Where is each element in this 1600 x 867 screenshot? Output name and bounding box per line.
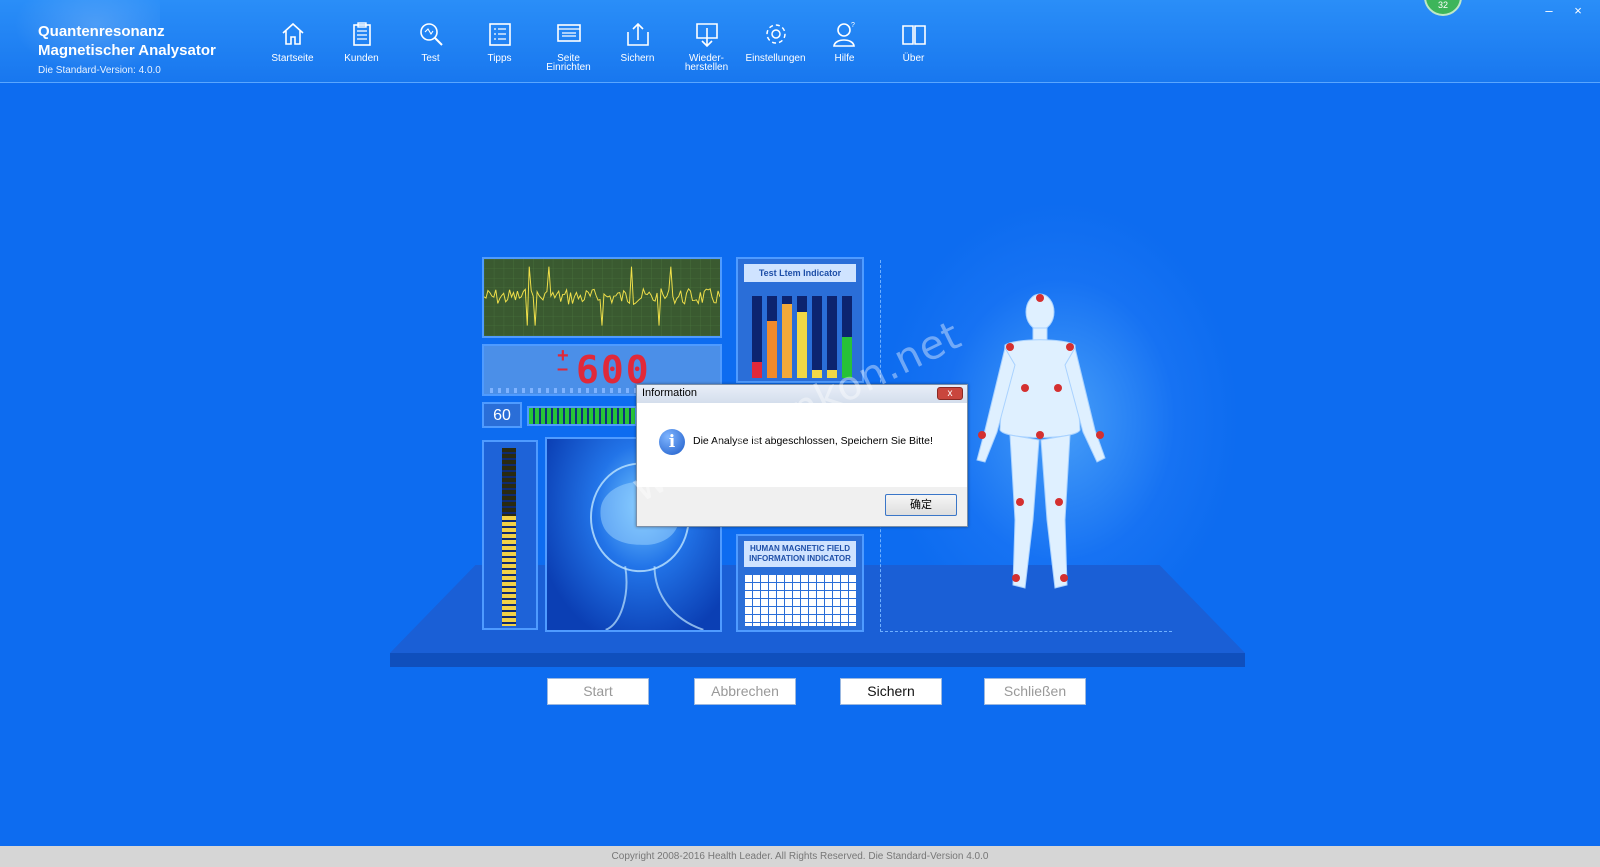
indicator-bar	[752, 296, 762, 378]
indicator-bar	[782, 296, 792, 378]
nav-hilfe[interactable]: ? Hilfe	[810, 20, 879, 72]
app-title-line1: Quantenresonanz	[38, 23, 165, 40]
user-help-icon: ?	[832, 22, 855, 47]
upload-icon	[626, 22, 649, 46]
ok-button[interactable]: 确定	[885, 494, 957, 516]
human-body-figure	[976, 293, 1106, 589]
close-button[interactable]: Schließen	[984, 678, 1086, 705]
dialog-close-button[interactable]: x	[937, 387, 963, 400]
app-title-line2: Magnetischer Analysator	[38, 42, 216, 59]
nav-wiederherstellen[interactable]: Wieder- herstellen	[672, 20, 741, 73]
app-brand: Quantenresonanz Magnetischer Analysator …	[38, 22, 216, 76]
nav-label: Seite Einrichten	[546, 53, 591, 73]
save-button[interactable]: Sichern	[840, 678, 942, 705]
counter-display: 60	[482, 402, 522, 428]
notification-badge[interactable]: 32	[1424, 0, 1462, 16]
nav-label: Kunden	[344, 53, 379, 64]
page-setup-icon	[556, 24, 581, 42]
test-item-indicator-title: Test Ltem Indicator	[744, 264, 856, 282]
magnetic-field-grid	[744, 574, 856, 626]
level-meter-fill	[502, 515, 516, 626]
cancel-button[interactable]: Abbrechen	[694, 678, 796, 705]
nav-kunden[interactable]: Kunden	[327, 20, 396, 72]
indicator-bar-fill	[752, 361, 762, 378]
list-icon	[488, 23, 511, 46]
nav-label: Test	[421, 53, 440, 64]
nav-tipps[interactable]: Tipps	[465, 20, 534, 72]
ecg-waveform	[484, 259, 720, 336]
svg-text:?: ?	[851, 22, 855, 29]
nav-label: Hilfe	[834, 53, 855, 64]
indicator-bar-fill	[797, 312, 807, 378]
main-nav: Startseite Kunden Test Tipps Seite Einri…	[258, 20, 948, 73]
indicator-bar-fill	[767, 320, 777, 378]
platform-edge	[390, 653, 1245, 667]
app-version: Die Standard-Version: 4.0.0	[38, 65, 161, 76]
magnetic-field-title: HUMAN MAGNETIC FIELD INFORMATION INDICAT…	[744, 541, 856, 567]
gear-icon	[765, 24, 786, 44]
window-close-button[interactable]: ×	[1567, 3, 1589, 19]
nav-seite-einrichten[interactable]: Seite Einrichten	[534, 20, 603, 73]
nav-label: Tipps	[487, 53, 512, 64]
book-icon	[901, 25, 926, 45]
nav-ueber[interactable]: Über	[879, 20, 948, 72]
indicator-bar-fill	[782, 304, 792, 378]
sign-indicator: + –	[557, 345, 569, 380]
nav-startseite[interactable]: Startseite	[258, 20, 327, 72]
nav-label: Sichern	[620, 53, 655, 64]
indicator-bar	[767, 296, 777, 378]
indicator-bar	[812, 296, 822, 378]
magnetic-field-indicator: HUMAN MAGNETIC FIELD INFORMATION INDICAT…	[736, 534, 864, 632]
footer: Copyright 2008-2016 Health Leader. All R…	[0, 846, 1600, 867]
clipboard-icon	[352, 22, 371, 46]
minimize-button[interactable]: –	[1538, 3, 1560, 19]
indicator-bar	[827, 296, 837, 378]
nav-label: Wieder- herstellen	[684, 53, 729, 73]
level-meter-column	[502, 448, 516, 626]
search-icon	[419, 23, 443, 46]
nav-label: Startseite	[271, 53, 314, 64]
nav-label: Über	[902, 53, 925, 64]
dialog-title: Information	[642, 387, 698, 399]
home-icon	[281, 22, 304, 45]
indicator-bar	[797, 296, 807, 378]
progress-bar	[527, 406, 637, 426]
nav-label: Einstellungen	[745, 53, 806, 64]
start-button[interactable]: Start	[547, 678, 649, 705]
nav-test[interactable]: Test	[396, 20, 465, 72]
nav-sichern[interactable]: Sichern	[603, 20, 672, 72]
toolbar: Quantenresonanz Magnetischer Analysator …	[0, 0, 1600, 83]
level-meter	[482, 440, 538, 630]
download-icon	[695, 23, 718, 48]
nav-einstellungen[interactable]: Einstellungen	[741, 20, 810, 72]
ecg-display	[482, 257, 722, 338]
